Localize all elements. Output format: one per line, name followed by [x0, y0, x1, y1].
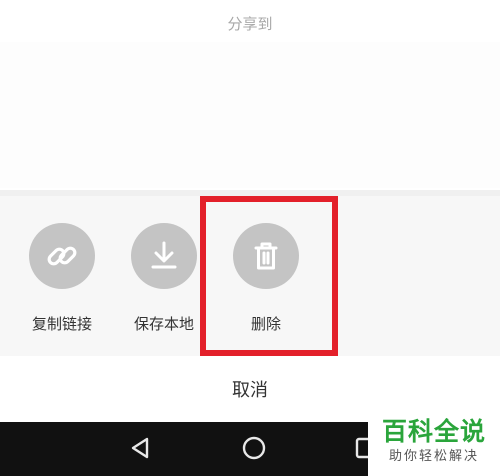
cancel-label: 取消: [232, 380, 268, 401]
save-local-label: 保存本地: [133, 315, 194, 333]
download-icon: [131, 223, 197, 289]
cancel-button[interactable]: 取消: [0, 356, 500, 422]
home-circle-icon[interactable]: [240, 434, 268, 466]
copy-link-label: 复制链接: [31, 315, 92, 333]
share-targets-area: [0, 42, 500, 188]
link-icon: [29, 223, 95, 289]
copy-link-button[interactable]: 复制链接: [12, 223, 112, 334]
share-sheet-title: 分享到: [227, 15, 273, 33]
watermark-title: 百科全说: [381, 417, 486, 446]
share-sheet-header: 分享到: [0, 0, 500, 190]
back-triangle-icon[interactable]: [126, 434, 154, 466]
save-local-button[interactable]: 保存本地: [114, 223, 214, 334]
watermark-subtitle: 助你轻松解决: [388, 449, 479, 464]
watermark: 百科全说 助你轻松解决: [368, 414, 500, 476]
highlight-box: [200, 196, 338, 356]
